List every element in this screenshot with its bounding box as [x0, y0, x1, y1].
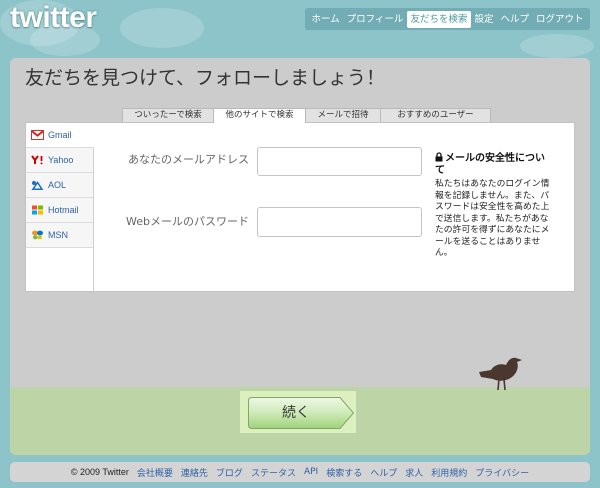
bird-icon: [477, 353, 523, 393]
email-field[interactable]: [257, 147, 422, 176]
provider-aol[interactable]: AOL: [26, 173, 93, 198]
provider-label: MSN: [48, 230, 68, 240]
search-form-panel: Gmail Yahoo AOL Hotmail MSN あなたのメールアドレス …: [25, 122, 575, 292]
provider-label: Gmail: [48, 130, 72, 140]
nav-home[interactable]: ホーム: [308, 11, 343, 28]
aol-icon: [31, 180, 44, 190]
footer-link-contact[interactable]: 連絡先: [181, 466, 208, 479]
yahoo-icon: [31, 155, 44, 165]
twitter-logo[interactable]: twitter: [10, 3, 97, 33]
footer-link-search[interactable]: 検索する: [326, 466, 362, 479]
password-field[interactable]: [257, 207, 422, 237]
provider-label: Yahoo: [48, 155, 74, 165]
nav-help[interactable]: ヘルプ: [497, 11, 533, 28]
footer-link-status[interactable]: ステータス: [251, 466, 296, 479]
footer-link-help[interactable]: ヘルプ: [370, 466, 397, 479]
security-body: 私たちはあなたのログイン情報を記録しません。また、パスワードは安全性を高めた上で…: [435, 179, 550, 258]
footer-link-terms[interactable]: 利用規約: [431, 466, 467, 479]
footer-link-blog[interactable]: ブログ: [216, 466, 243, 479]
provider-hotmail[interactable]: Hotmail: [26, 198, 93, 223]
tab-email-invite[interactable]: メールで招待: [305, 108, 381, 122]
cloud: [120, 8, 204, 48]
gmail-icon: [31, 130, 44, 140]
top-nav: ホーム プロフィール 友だちを検索 設定 ヘルプ ログアウト: [304, 8, 590, 30]
tab-suggested-users[interactable]: おすすめのユーザー: [380, 108, 491, 122]
nav-settings[interactable]: 設定: [471, 11, 497, 28]
provider-yahoo[interactable]: Yahoo: [26, 148, 93, 173]
msn-icon: [31, 230, 44, 240]
provider-list: Gmail Yahoo AOL Hotmail MSN: [26, 123, 94, 291]
password-label: Webメールのパスワード: [126, 215, 249, 228]
footer-link-privacy[interactable]: プライバシー: [475, 466, 529, 479]
copyright: © 2009 Twitter: [70, 467, 129, 477]
continue-button[interactable]: 続く: [248, 397, 354, 429]
nav-profile[interactable]: プロフィール: [343, 11, 407, 28]
search-tabs: ついったーで検索 他のサイトで検索 メールで招待 おすすめのユーザー: [122, 108, 491, 123]
page: twitter ホーム プロフィール 友だちを検索 設定 ヘルプ ログアウト 友…: [0, 0, 600, 488]
tab-twitter-search[interactable]: ついったーで検索: [122, 108, 214, 122]
continue-button-label: 続く: [282, 405, 310, 421]
footer-link-about[interactable]: 会社概要: [137, 466, 173, 479]
lock-icon: [435, 152, 443, 162]
security-title-row: メールの安全性について: [435, 152, 553, 177]
footer: © 2009 Twitter 会社概要 連絡先 ブログ ステータス API 検索…: [10, 462, 590, 482]
email-label: あなたのメールアドレス: [128, 153, 249, 166]
footer-link-api[interactable]: API: [304, 467, 318, 477]
hotmail-icon: [31, 205, 44, 215]
main-panel: 友だちを見つけて、フォローしましょう！ ついったーで検索 他のサイトで検索 メー…: [10, 58, 590, 455]
provider-gmail[interactable]: Gmail: [26, 123, 94, 148]
security-title: メールの安全性について: [435, 153, 545, 176]
nav-find-friends[interactable]: 友だちを検索: [406, 10, 471, 28]
footer-link-jobs[interactable]: 求人: [405, 466, 423, 479]
page-title: 友だちを見つけて、フォローしましょう！: [25, 67, 386, 89]
provider-label: AOL: [48, 180, 67, 190]
cloud: [520, 34, 594, 58]
provider-msn[interactable]: MSN: [26, 223, 93, 248]
provider-label: Hotmail: [48, 205, 79, 215]
tab-other-sites[interactable]: 他のサイトで検索: [213, 108, 306, 123]
security-note: メールの安全性について 私たちはあなたのログイン情報を記録しません。また、パスワ…: [435, 152, 553, 260]
nav-logout[interactable]: ログアウト: [532, 11, 587, 28]
